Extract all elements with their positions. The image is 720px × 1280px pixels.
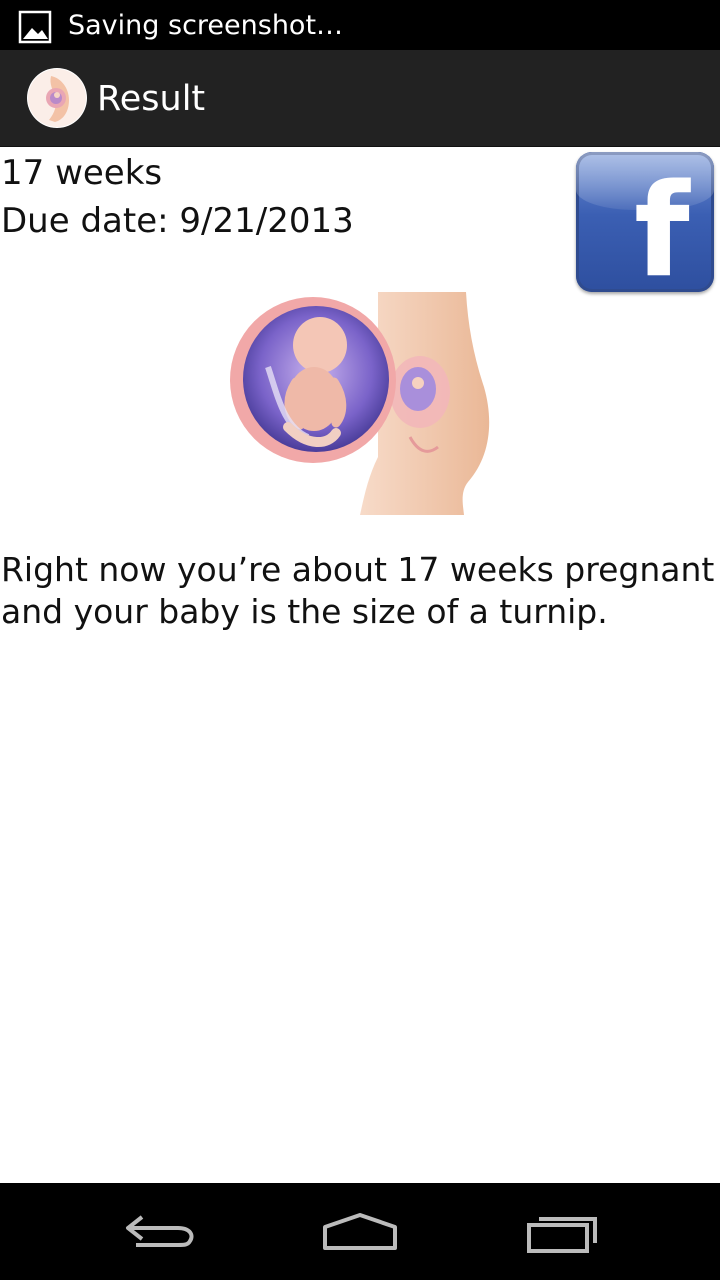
- result-message: Right now you’re about 17 weeks pregnant…: [1, 550, 715, 631]
- action-bar: Result: [0, 50, 720, 147]
- result-content: 17 weeks Due date: 9/21/2013 f Right now…: [0, 147, 720, 1183]
- notification-text: Saving screenshot…: [68, 10, 344, 41]
- status-bar: Saving screenshot…: [0, 0, 720, 50]
- fetus-illustration: [230, 292, 490, 515]
- due-date-label: Due date: 9/21/2013: [1, 201, 354, 241]
- facebook-icon: f: [634, 157, 690, 293]
- screen: Saving screenshot… Result 17 weeks Due d…: [0, 0, 720, 1280]
- navigation-bar: [0, 1183, 720, 1280]
- image-icon: [18, 10, 52, 44]
- recent-apps-icon[interactable]: [517, 1203, 607, 1263]
- weeks-label: 17 weeks: [1, 153, 163, 193]
- facebook-share-button[interactable]: f: [576, 152, 714, 292]
- page-title: Result: [97, 79, 206, 119]
- home-icon[interactable]: [315, 1203, 405, 1263]
- pregnancy-app-icon[interactable]: [27, 68, 87, 128]
- back-icon[interactable]: [116, 1203, 206, 1263]
